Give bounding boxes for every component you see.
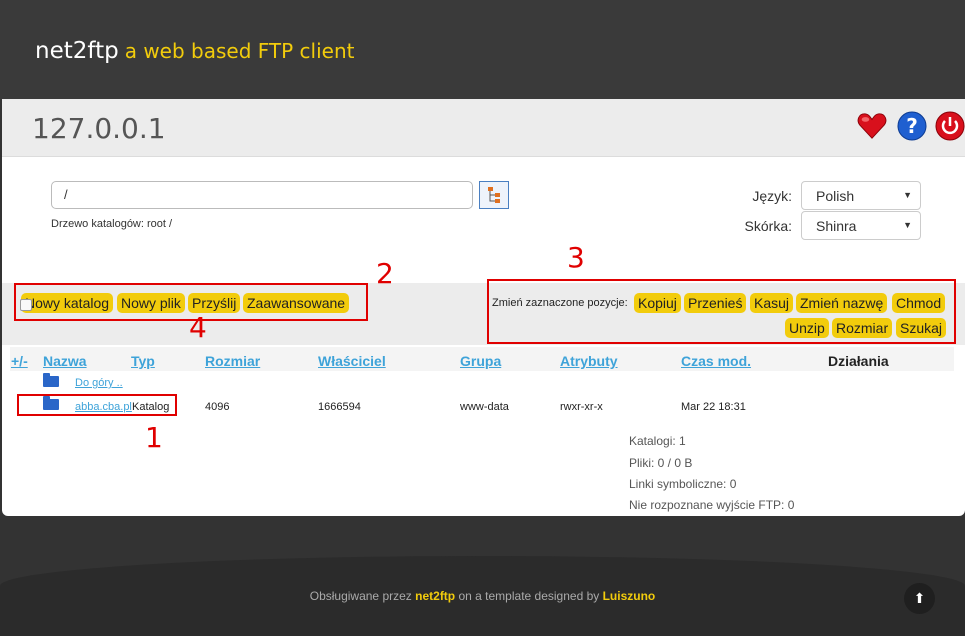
host-bar: 127.0.0.1 ?: [2, 99, 965, 157]
footer-brand-link[interactable]: net2ftp: [415, 589, 455, 603]
select-all-toggle[interactable]: +/-: [11, 353, 28, 369]
power-icon[interactable]: [935, 111, 965, 141]
language-select[interactable]: Polish ▼: [801, 181, 921, 210]
sort-by-type[interactable]: Typ: [131, 353, 155, 369]
sort-by-attributes[interactable]: Atrybuty: [560, 353, 618, 369]
row-attributes: rwxr-xr-x: [560, 401, 603, 413]
row-mtime: Mar 22 18:31: [681, 401, 746, 413]
skin-label: Skórka:: [744, 218, 792, 234]
folder-icon: [43, 373, 59, 387]
annotation-number-3: 3: [567, 241, 585, 274]
annotation-box-1: [17, 394, 177, 416]
footer-prefix: Obsługiwane przez: [309, 589, 412, 603]
language-label: Język:: [752, 188, 792, 204]
sort-by-mtime[interactable]: Czas mod.: [681, 353, 751, 369]
header: net2ftp a web based FTP client: [0, 0, 965, 100]
host-name: 127.0.0.1: [32, 112, 166, 145]
help-icon[interactable]: ?: [897, 111, 927, 141]
app-name: net2ftp: [35, 38, 119, 64]
directory-tree-label: Drzewo katalogów: root /: [51, 218, 173, 230]
app-tagline: a web based FTP client: [124, 39, 355, 63]
skin-select[interactable]: Shinra ▼: [801, 211, 921, 240]
footer-credits: Obsługiwane przez net2ftp on a template …: [0, 589, 965, 603]
annotation-number-2: 2: [376, 257, 394, 290]
sort-by-size[interactable]: Rozmiar: [205, 353, 260, 369]
row-owner: 1666594: [318, 401, 361, 413]
footer-author-link[interactable]: Luiszuno: [603, 589, 656, 603]
skin-value: Shinra: [816, 218, 857, 234]
tree-icon: [488, 187, 500, 203]
footer-middle: on a template designed by: [458, 589, 600, 603]
chevron-down-icon: ▼: [903, 220, 912, 230]
row-size: 4096: [205, 401, 230, 413]
app-logo[interactable]: net2ftp a web based FTP client: [35, 38, 354, 64]
stat-symlinks: Linki symboliczne: 0: [629, 477, 737, 491]
chevron-down-icon: ▼: [903, 190, 912, 200]
heart-icon[interactable]: [857, 111, 887, 141]
row-group: www-data: [460, 401, 509, 413]
up-directory-link[interactable]: Do góry ..: [75, 377, 123, 389]
tree-button[interactable]: [479, 181, 509, 209]
sort-by-name[interactable]: Nazwa: [43, 353, 87, 369]
actions-header: Działania: [828, 353, 889, 369]
annotation-number-1: 1: [145, 421, 163, 454]
path-input[interactable]: /: [51, 181, 473, 209]
sort-by-group[interactable]: Grupa: [460, 353, 501, 369]
svg-text:?: ?: [906, 114, 918, 138]
language-value: Polish: [816, 188, 855, 204]
stat-files: Pliki: 0 / 0 B: [629, 456, 693, 470]
sort-by-owner[interactable]: Właściciel: [318, 353, 386, 369]
annotation-number-4: 4: [189, 311, 207, 344]
annotation-box-3: [487, 279, 956, 344]
stat-unrecognized: Nie rozpoznane wyjście FTP: 0: [629, 498, 795, 512]
stat-directories: Katalogi: 1: [629, 434, 686, 448]
arrow-up-icon: ⬆: [913, 590, 926, 606]
scroll-to-top-button[interactable]: ⬆: [904, 583, 935, 614]
